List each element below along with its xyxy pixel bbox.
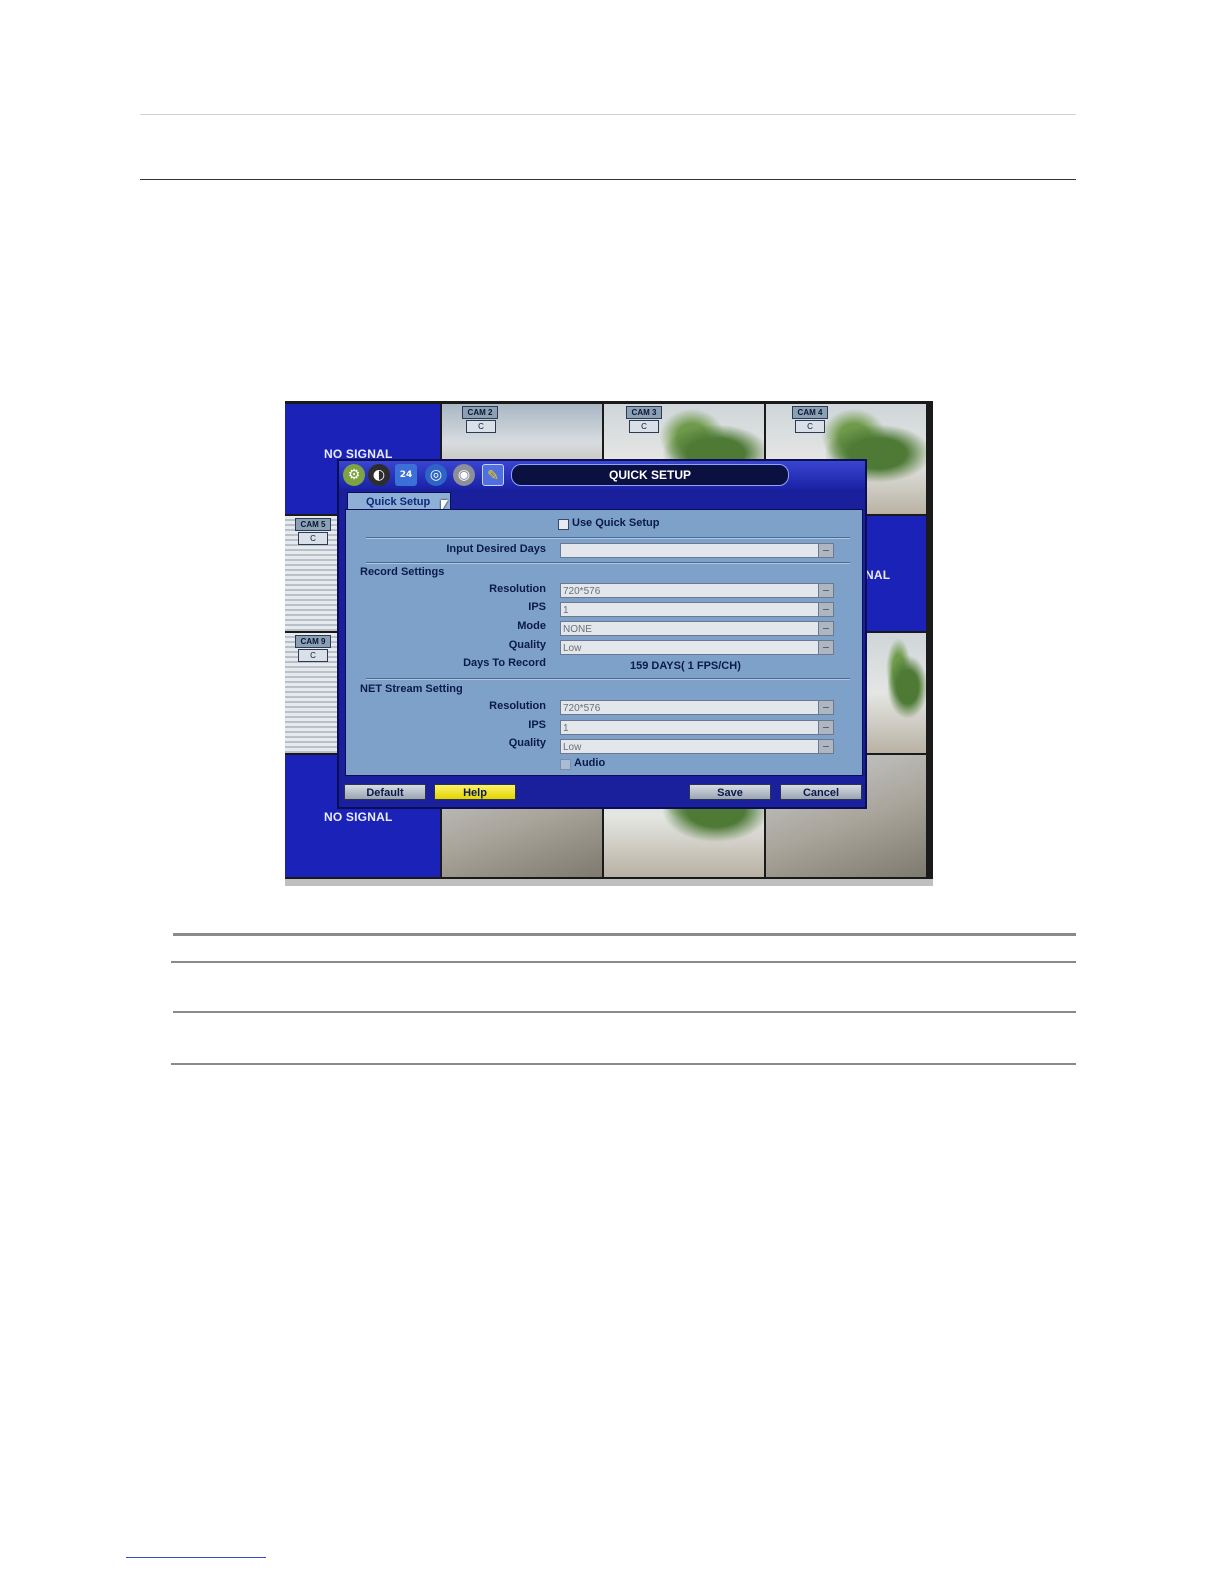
camera-label: CAM 5 bbox=[295, 518, 331, 531]
dialog-title: QUICK SETUP bbox=[511, 464, 789, 486]
chevron-down-icon[interactable] bbox=[818, 720, 834, 735]
record-settings-heading: Record Settings bbox=[360, 566, 445, 578]
chevron-down-icon[interactable] bbox=[818, 700, 834, 715]
camera-icon: C bbox=[466, 420, 496, 433]
table-rule bbox=[171, 961, 1076, 963]
input-desired-days-label: Input Desired Days bbox=[446, 543, 546, 555]
quick-setup-dialog: ⚙ ◐ 24 ◎ ◉ ✎ QUICK SETUP Quick Setup Use… bbox=[337, 459, 867, 809]
net-resolution-select[interactable]: 720*576 bbox=[560, 700, 832, 715]
no-signal-text: NO SIGNAL bbox=[324, 810, 393, 824]
camera-tile-right-mid bbox=[865, 633, 926, 753]
camera-label: CAM 4 bbox=[792, 406, 828, 419]
screenshot-bottom-border bbox=[285, 879, 933, 886]
chevron-down-icon[interactable] bbox=[818, 621, 834, 636]
chevron-down-icon[interactable] bbox=[818, 602, 834, 617]
net-quality-select[interactable]: Low bbox=[560, 739, 832, 754]
camera-icon: C bbox=[629, 420, 659, 433]
separator bbox=[366, 562, 850, 564]
settings-panel: Use Quick Setup Input Desired Days Recor… bbox=[345, 509, 863, 776]
gear-icon[interactable]: ⚙ bbox=[343, 464, 365, 486]
header-rule-dark bbox=[140, 179, 1076, 180]
days-to-record-label: Days To Record bbox=[463, 657, 546, 669]
no-signal-partial-text: NAL bbox=[865, 568, 891, 582]
use-quick-setup-checkbox[interactable] bbox=[558, 519, 569, 530]
camera-label: CAM 9 bbox=[295, 635, 331, 648]
audio-checkbox[interactable] bbox=[560, 759, 571, 770]
header-rule-light bbox=[140, 114, 1076, 115]
cancel-button[interactable]: Cancel bbox=[780, 784, 862, 800]
disk-icon[interactable]: ◉ bbox=[453, 464, 475, 486]
table-rule bbox=[171, 1063, 1076, 1065]
edit-icon[interactable] bbox=[818, 543, 834, 558]
net-ips-label: IPS bbox=[528, 719, 546, 731]
table-rule bbox=[173, 933, 1076, 936]
tab-quick-setup[interactable]: Quick Setup bbox=[347, 492, 451, 510]
net-ips-select[interactable]: 1 bbox=[560, 720, 832, 735]
chevron-down-icon[interactable] bbox=[818, 640, 834, 655]
chevron-down-icon[interactable] bbox=[818, 583, 834, 598]
separator bbox=[366, 678, 850, 680]
net-quality-label: Quality bbox=[508, 737, 546, 749]
record-mode-label: Mode bbox=[517, 620, 546, 632]
record-ips-select[interactable]: 1 bbox=[560, 602, 832, 617]
footnote-rule bbox=[126, 1557, 266, 1558]
audio-label: Audio bbox=[574, 757, 606, 769]
separator bbox=[366, 537, 850, 539]
table-rule bbox=[173, 1011, 1076, 1013]
camera-label: CAM 2 bbox=[462, 406, 498, 419]
camera-icon: C bbox=[795, 420, 825, 433]
network-icon[interactable]: ◎ bbox=[425, 464, 447, 486]
calendar-icon[interactable]: 24 bbox=[395, 464, 417, 486]
record-mode-select[interactable]: NONE bbox=[560, 621, 832, 636]
help-button[interactable]: Help bbox=[434, 784, 516, 800]
camera-icon: C bbox=[298, 649, 328, 662]
record-resolution-label: Resolution bbox=[489, 583, 546, 595]
use-quick-setup-label: Use Quick Setup bbox=[572, 517, 660, 529]
record-quality-label: Quality bbox=[508, 639, 546, 651]
net-stream-heading: NET Stream Setting bbox=[360, 683, 463, 695]
camera-icon: C bbox=[298, 532, 328, 545]
record-quality-select[interactable]: Low bbox=[560, 640, 832, 655]
days-to-record-value: 159 DAYS( 1 FPS/CH) bbox=[630, 660, 741, 672]
quick-setup-icon[interactable]: ✎ bbox=[482, 464, 504, 486]
menu-toolbar: ⚙ ◐ 24 ◎ ◉ ✎ QUICK SETUP bbox=[339, 461, 865, 489]
camera-tile-no-signal-right: NAL bbox=[865, 516, 926, 631]
record-ips-label: IPS bbox=[528, 601, 546, 613]
chevron-down-icon[interactable] bbox=[818, 739, 834, 754]
default-button[interactable]: Default bbox=[344, 784, 426, 800]
net-resolution-label: Resolution bbox=[489, 700, 546, 712]
record-resolution-select[interactable]: 720*576 bbox=[560, 583, 832, 598]
save-button[interactable]: Save bbox=[689, 784, 771, 800]
display-icon[interactable]: ◐ bbox=[368, 464, 390, 486]
camera-label: CAM 3 bbox=[626, 406, 662, 419]
input-desired-days-field[interactable] bbox=[560, 543, 832, 558]
